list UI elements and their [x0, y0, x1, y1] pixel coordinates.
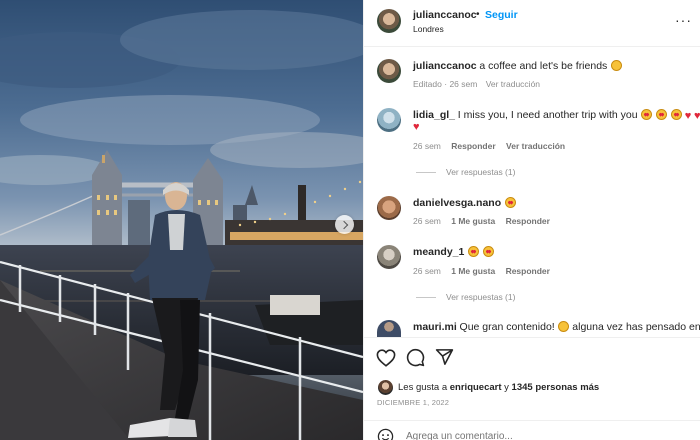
comment-avatar[interactable] [377, 320, 401, 337]
comment-likes-count[interactable]: 1 Me gusta [451, 266, 495, 276]
edited-label: Editado [413, 79, 442, 89]
view-replies-button[interactable]: Ver respuestas (1) [416, 167, 515, 177]
comment-text-continued: alguna vez has pensado en [572, 321, 700, 333]
comment-username[interactable]: meandy_1 [413, 246, 464, 258]
comment-text: Que gran contenido! [459, 321, 555, 333]
likes-prefix: Les gusta a [398, 382, 448, 393]
comment-username[interactable]: lidia_gl_ [413, 109, 455, 121]
more-options-button[interactable]: ··· [675, 12, 692, 28]
comment-line: lidia_gl_ I miss you, I need another tri… [413, 109, 700, 122]
follow-button[interactable]: Seguir [485, 9, 518, 21]
post-header: julianccanoc • Seguir Londres ··· [364, 0, 700, 47]
meta-dot: · [444, 79, 448, 89]
replies-divider-line [416, 171, 436, 173]
comment-avatar[interactable] [377, 245, 401, 269]
more-dots-icon: ··· [675, 12, 692, 28]
comment-age[interactable]: 26 sem [413, 216, 441, 226]
comment-line-wrap: ♥ [413, 121, 420, 133]
caption-translate-link[interactable]: Ver traducción [486, 79, 540, 89]
heart-eyes-emoji [504, 197, 516, 208]
liker-avatar[interactable] [378, 380, 393, 395]
liker-username[interactable]: enriquecart [450, 382, 502, 393]
caption-avatar[interactable] [377, 59, 401, 83]
caption-age[interactable]: 26 sem [449, 79, 477, 89]
comment-line: mauri.mi Que gran contenido! alguna vez … [413, 321, 700, 333]
paper-plane-icon[interactable] [435, 348, 454, 366]
header-separator: • [476, 9, 480, 20]
comment-meta: 26 sem 1 Me gusta Responder [413, 266, 550, 276]
heart-outline-icon[interactable] [376, 349, 396, 367]
reply-button[interactable]: Responder [451, 141, 495, 151]
comment-line: danielvesga.nano [413, 197, 516, 209]
comment-text: I miss you, I need another trip with you [457, 109, 638, 121]
chevron-right-icon [339, 220, 348, 229]
red-heart-emoji: ♥ [694, 110, 700, 122]
post-side-panel: julianccanoc • Seguir Londres ··· julian… [363, 0, 700, 440]
post-actions-section: Les gusta a enriquecart y 1345 personas … [364, 337, 700, 440]
comment-likes-count[interactable]: 1 Me gusta [451, 216, 495, 226]
comment-username[interactable]: mauri.mi [413, 321, 457, 333]
author-avatar[interactable] [377, 9, 401, 33]
reply-button[interactable]: Responder [506, 216, 550, 226]
comment-username[interactable]: danielvesga.nano [413, 197, 501, 209]
post-dialog: julianccanoc • Seguir Londres ··· julian… [0, 0, 700, 440]
heart-eyes-emoji [670, 109, 682, 120]
caption-username[interactable]: julianccanoc [413, 60, 477, 72]
caption-text: a coffee and let's be friends [479, 60, 608, 72]
post-date[interactable]: DICIEMBRE 1, 2022 [377, 398, 449, 407]
smiling-emoji [611, 60, 623, 71]
smiley-icon[interactable] [377, 428, 394, 440]
comment-meta: 26 sem Responder Ver traducción [413, 141, 565, 151]
view-replies-button[interactable]: Ver respuestas (1) [416, 292, 515, 302]
author-username[interactable]: julianccanoc [413, 9, 477, 21]
post-photo[interactable] [0, 0, 363, 440]
reply-button[interactable]: Responder [506, 266, 550, 276]
view-replies-label: Ver respuestas (1) [446, 167, 516, 177]
view-replies-label: Ver respuestas (1) [446, 292, 516, 302]
grinning-emoji [558, 321, 570, 332]
caption-meta: Editado · 26 sem Ver traducción [413, 79, 540, 89]
input-divider [364, 420, 700, 421]
red-heart-emoji: ♥ [684, 110, 692, 122]
post-location[interactable]: Londres [413, 24, 444, 34]
heart-eyes-emoji [482, 246, 494, 257]
carousel-next-button[interactable] [335, 215, 354, 234]
comment-age[interactable]: 26 sem [413, 266, 441, 276]
likes-summary: Les gusta a enriquecart y 1345 personas … [398, 382, 599, 393]
comment-meta: 26 sem 1 Me gusta Responder [413, 216, 550, 226]
red-heart-emoji: ♥ [413, 121, 420, 133]
comment-bubble-icon[interactable] [406, 348, 425, 367]
photo-tower-bridge-scene [0, 0, 363, 440]
heart-eyes-emoji [656, 109, 668, 120]
heart-eyes-emoji [468, 246, 480, 257]
comment-avatar[interactable] [377, 108, 401, 132]
likes-others-link[interactable]: 1345 personas más [512, 382, 600, 393]
comment-translate-link[interactable]: Ver traducción [506, 141, 565, 151]
likes-conj: y [504, 382, 509, 393]
caption-line: julianccanoc a coffee and let's be frien… [413, 60, 623, 72]
comment-age[interactable]: 26 sem [413, 141, 441, 151]
comment-avatar[interactable] [377, 196, 401, 220]
comment-line: meandy_1 [413, 246, 494, 258]
replies-divider-line [416, 296, 436, 298]
heart-eyes-emoji [641, 109, 653, 120]
comment-input[interactable] [406, 426, 686, 440]
